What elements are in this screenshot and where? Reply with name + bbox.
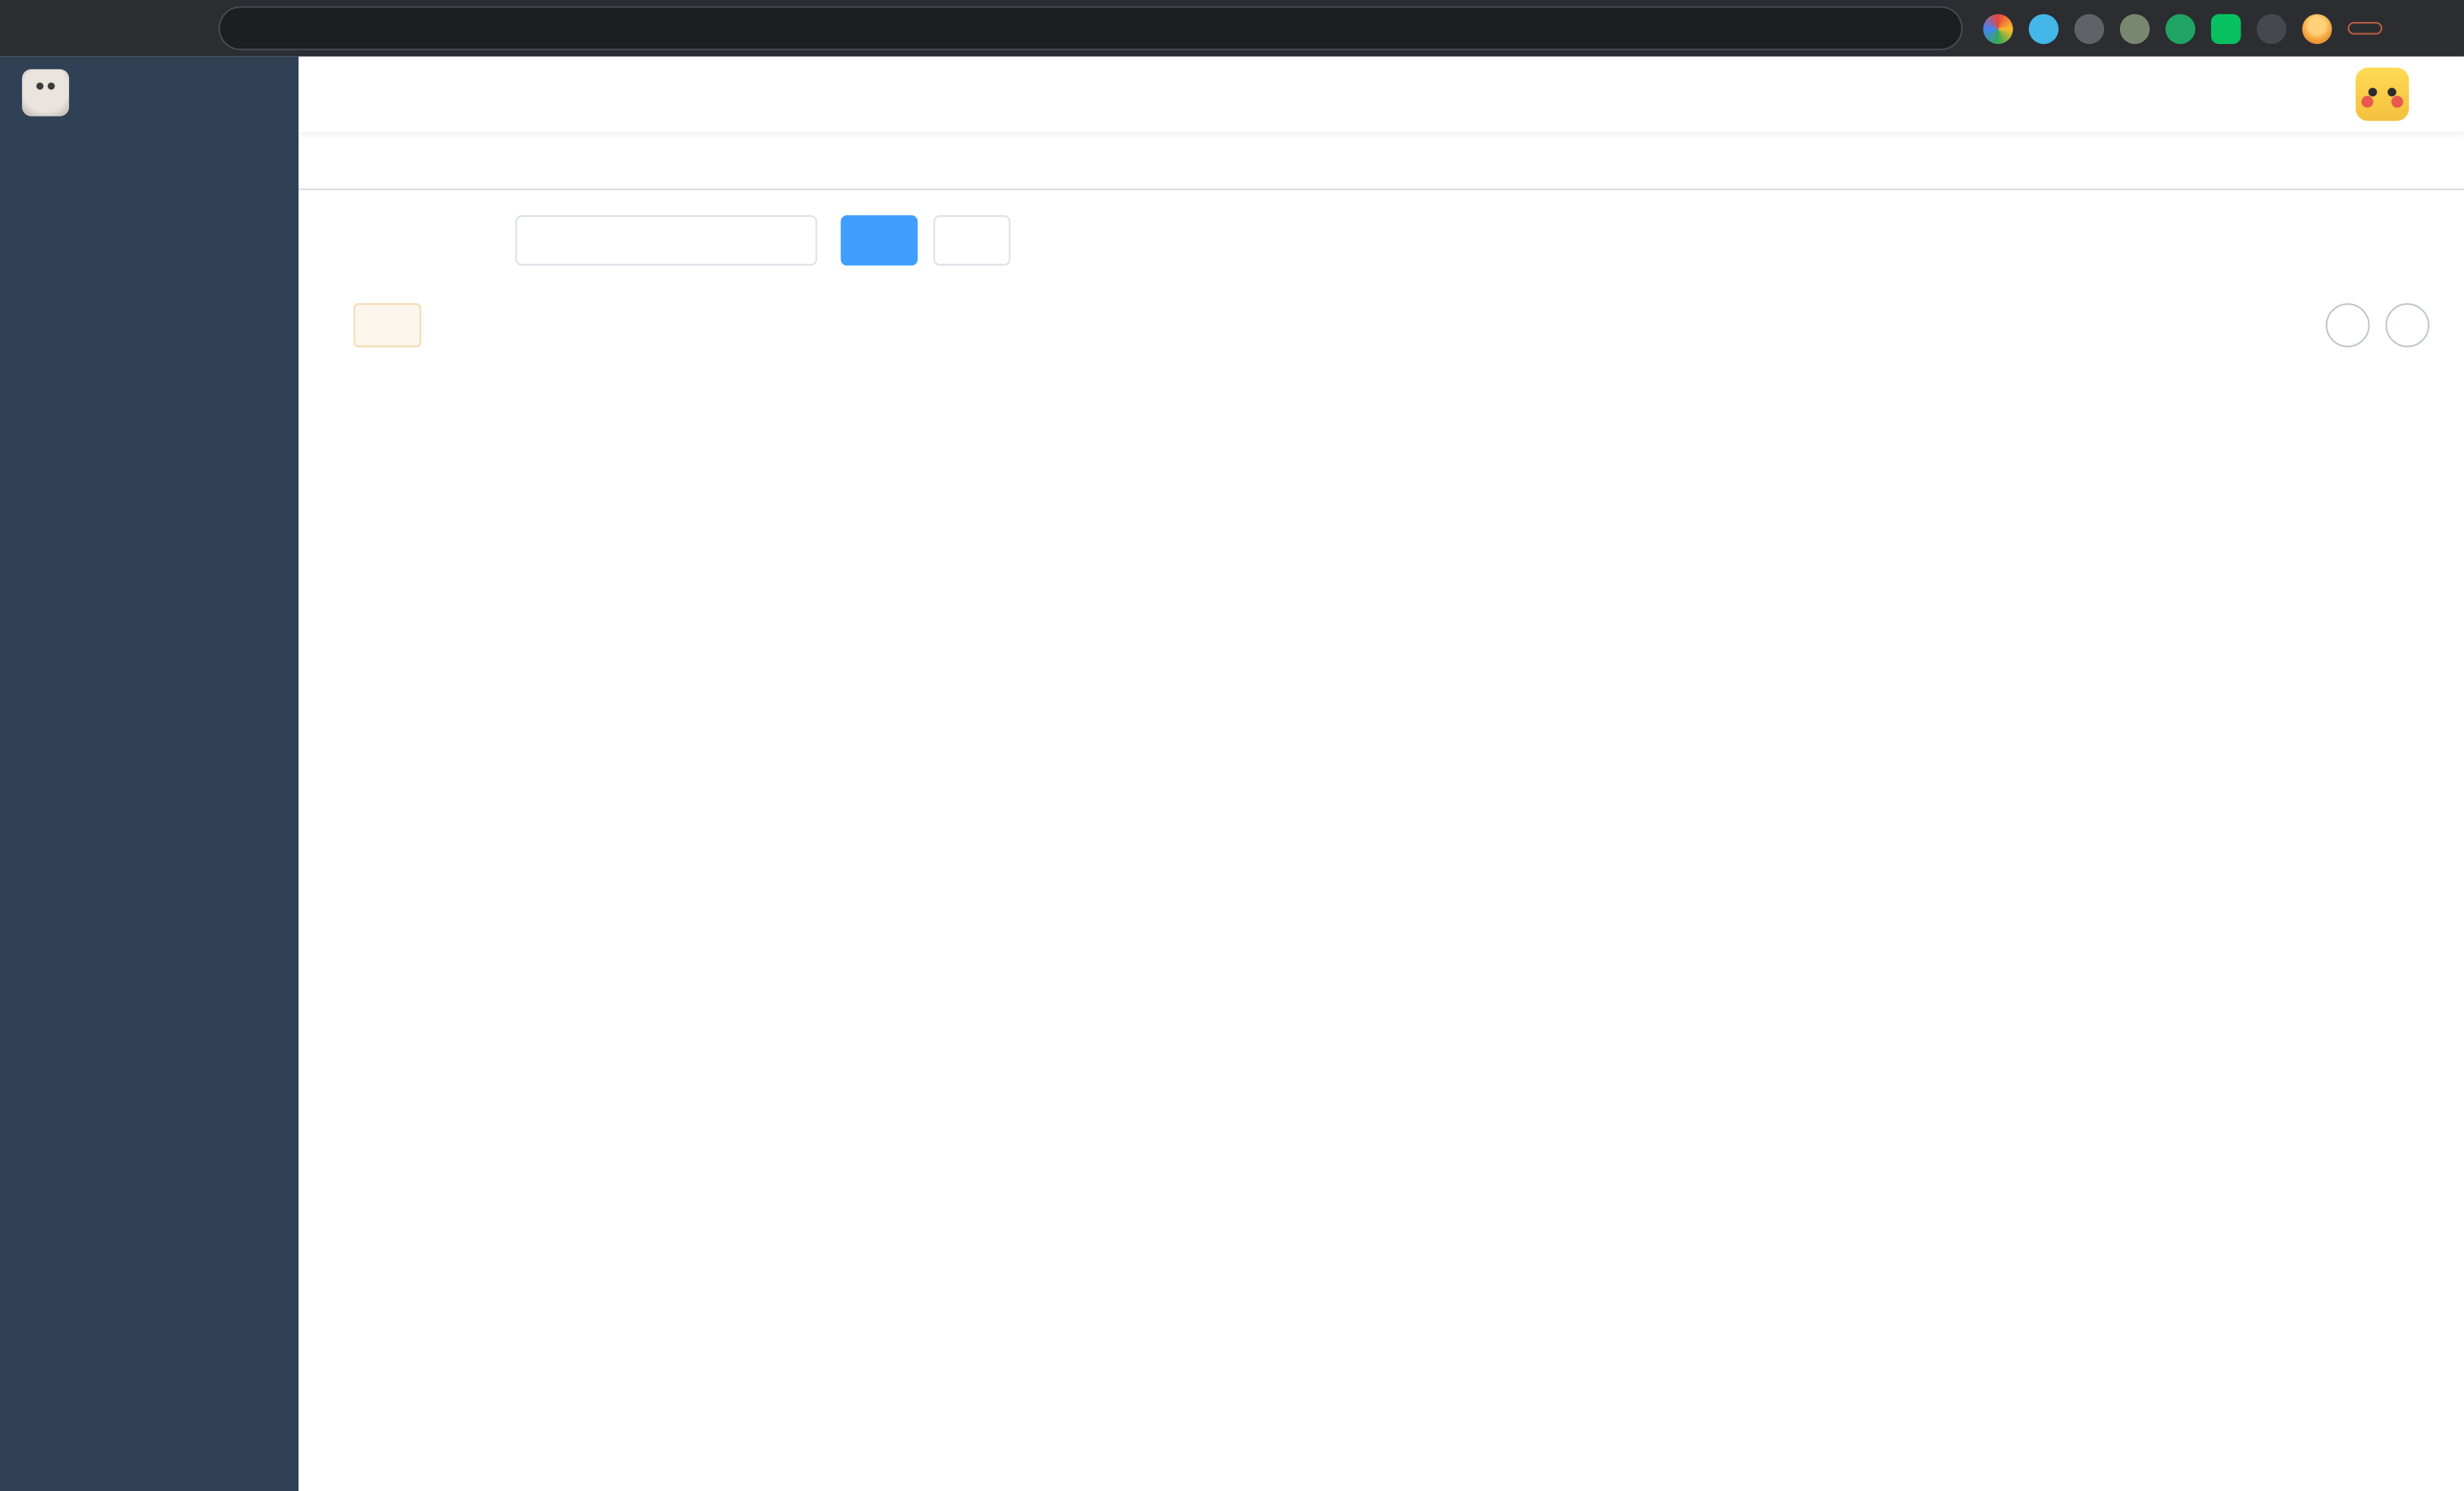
site-info-icon[interactable] [236,17,258,39]
extension-icon[interactable] [2074,13,2105,44]
avatar[interactable] [2355,67,2409,121]
tags-view [299,132,2464,190]
search-icon[interactable] [2106,82,2131,107]
extension-icon[interactable] [1983,13,2013,44]
fullscreen-icon[interactable] [2255,82,2280,107]
reload-button[interactable] [110,6,154,50]
filter-form [299,190,2464,266]
refresh-icon [958,231,977,250]
back-button[interactable] [16,6,60,50]
top-navbar [299,56,2464,133]
kebab-menu-icon [2407,16,2432,41]
github-icon[interactable] [2154,80,2182,108]
refresh-icon [2398,316,2417,335]
search-button[interactable] [840,215,918,266]
hamburger-icon [321,77,349,105]
forward-button[interactable] [63,6,107,50]
back-icon [25,16,50,41]
forward-icon [72,16,97,41]
browser-toolbar [0,0,2464,57]
toggle-search-button[interactable] [2325,303,2370,348]
caret-down-icon[interactable] [2433,86,2449,102]
extensions-area [1983,6,2448,50]
sidebar-collapse-button[interactable] [299,77,371,113]
download-icon [374,316,393,335]
extension-icon[interactable] [2028,13,2059,44]
home-button[interactable] [157,6,201,50]
navbar-actions [2106,67,2464,121]
extension-icon[interactable] [2119,13,2150,44]
reload-icon [120,16,145,41]
table-toolbar [353,303,2430,348]
logo-image [22,69,70,117]
browser-profile-avatar[interactable] [2302,13,2332,44]
search-icon [866,231,885,250]
font-size-icon[interactable] [2303,80,2331,108]
extension-icon[interactable] [2256,13,2287,44]
screen [0,0,2464,1491]
content-area [299,189,2464,1491]
browser-update-button[interactable] [2347,22,2383,35]
extension-icon[interactable] [2211,13,2241,44]
create-time-range-picker[interactable] [515,215,818,266]
clock-icon [533,230,555,252]
export-button[interactable] [353,303,421,348]
extension-icon[interactable] [2165,13,2196,44]
home-icon [167,16,192,41]
sidebar-menu [0,129,299,1491]
help-icon[interactable] [2206,82,2231,107]
refresh-table-button[interactable] [2385,303,2430,348]
reset-button[interactable] [933,215,1011,266]
sidebar-logo[interactable] [0,57,299,129]
bookmark-star-icon[interactable] [1917,9,1955,47]
sidebar [0,56,299,1491]
browser-menu-button[interactable] [2398,6,2442,50]
search-icon [2338,316,2357,335]
address-bar[interactable] [220,8,1962,49]
share-icon[interactable] [1873,9,1911,47]
